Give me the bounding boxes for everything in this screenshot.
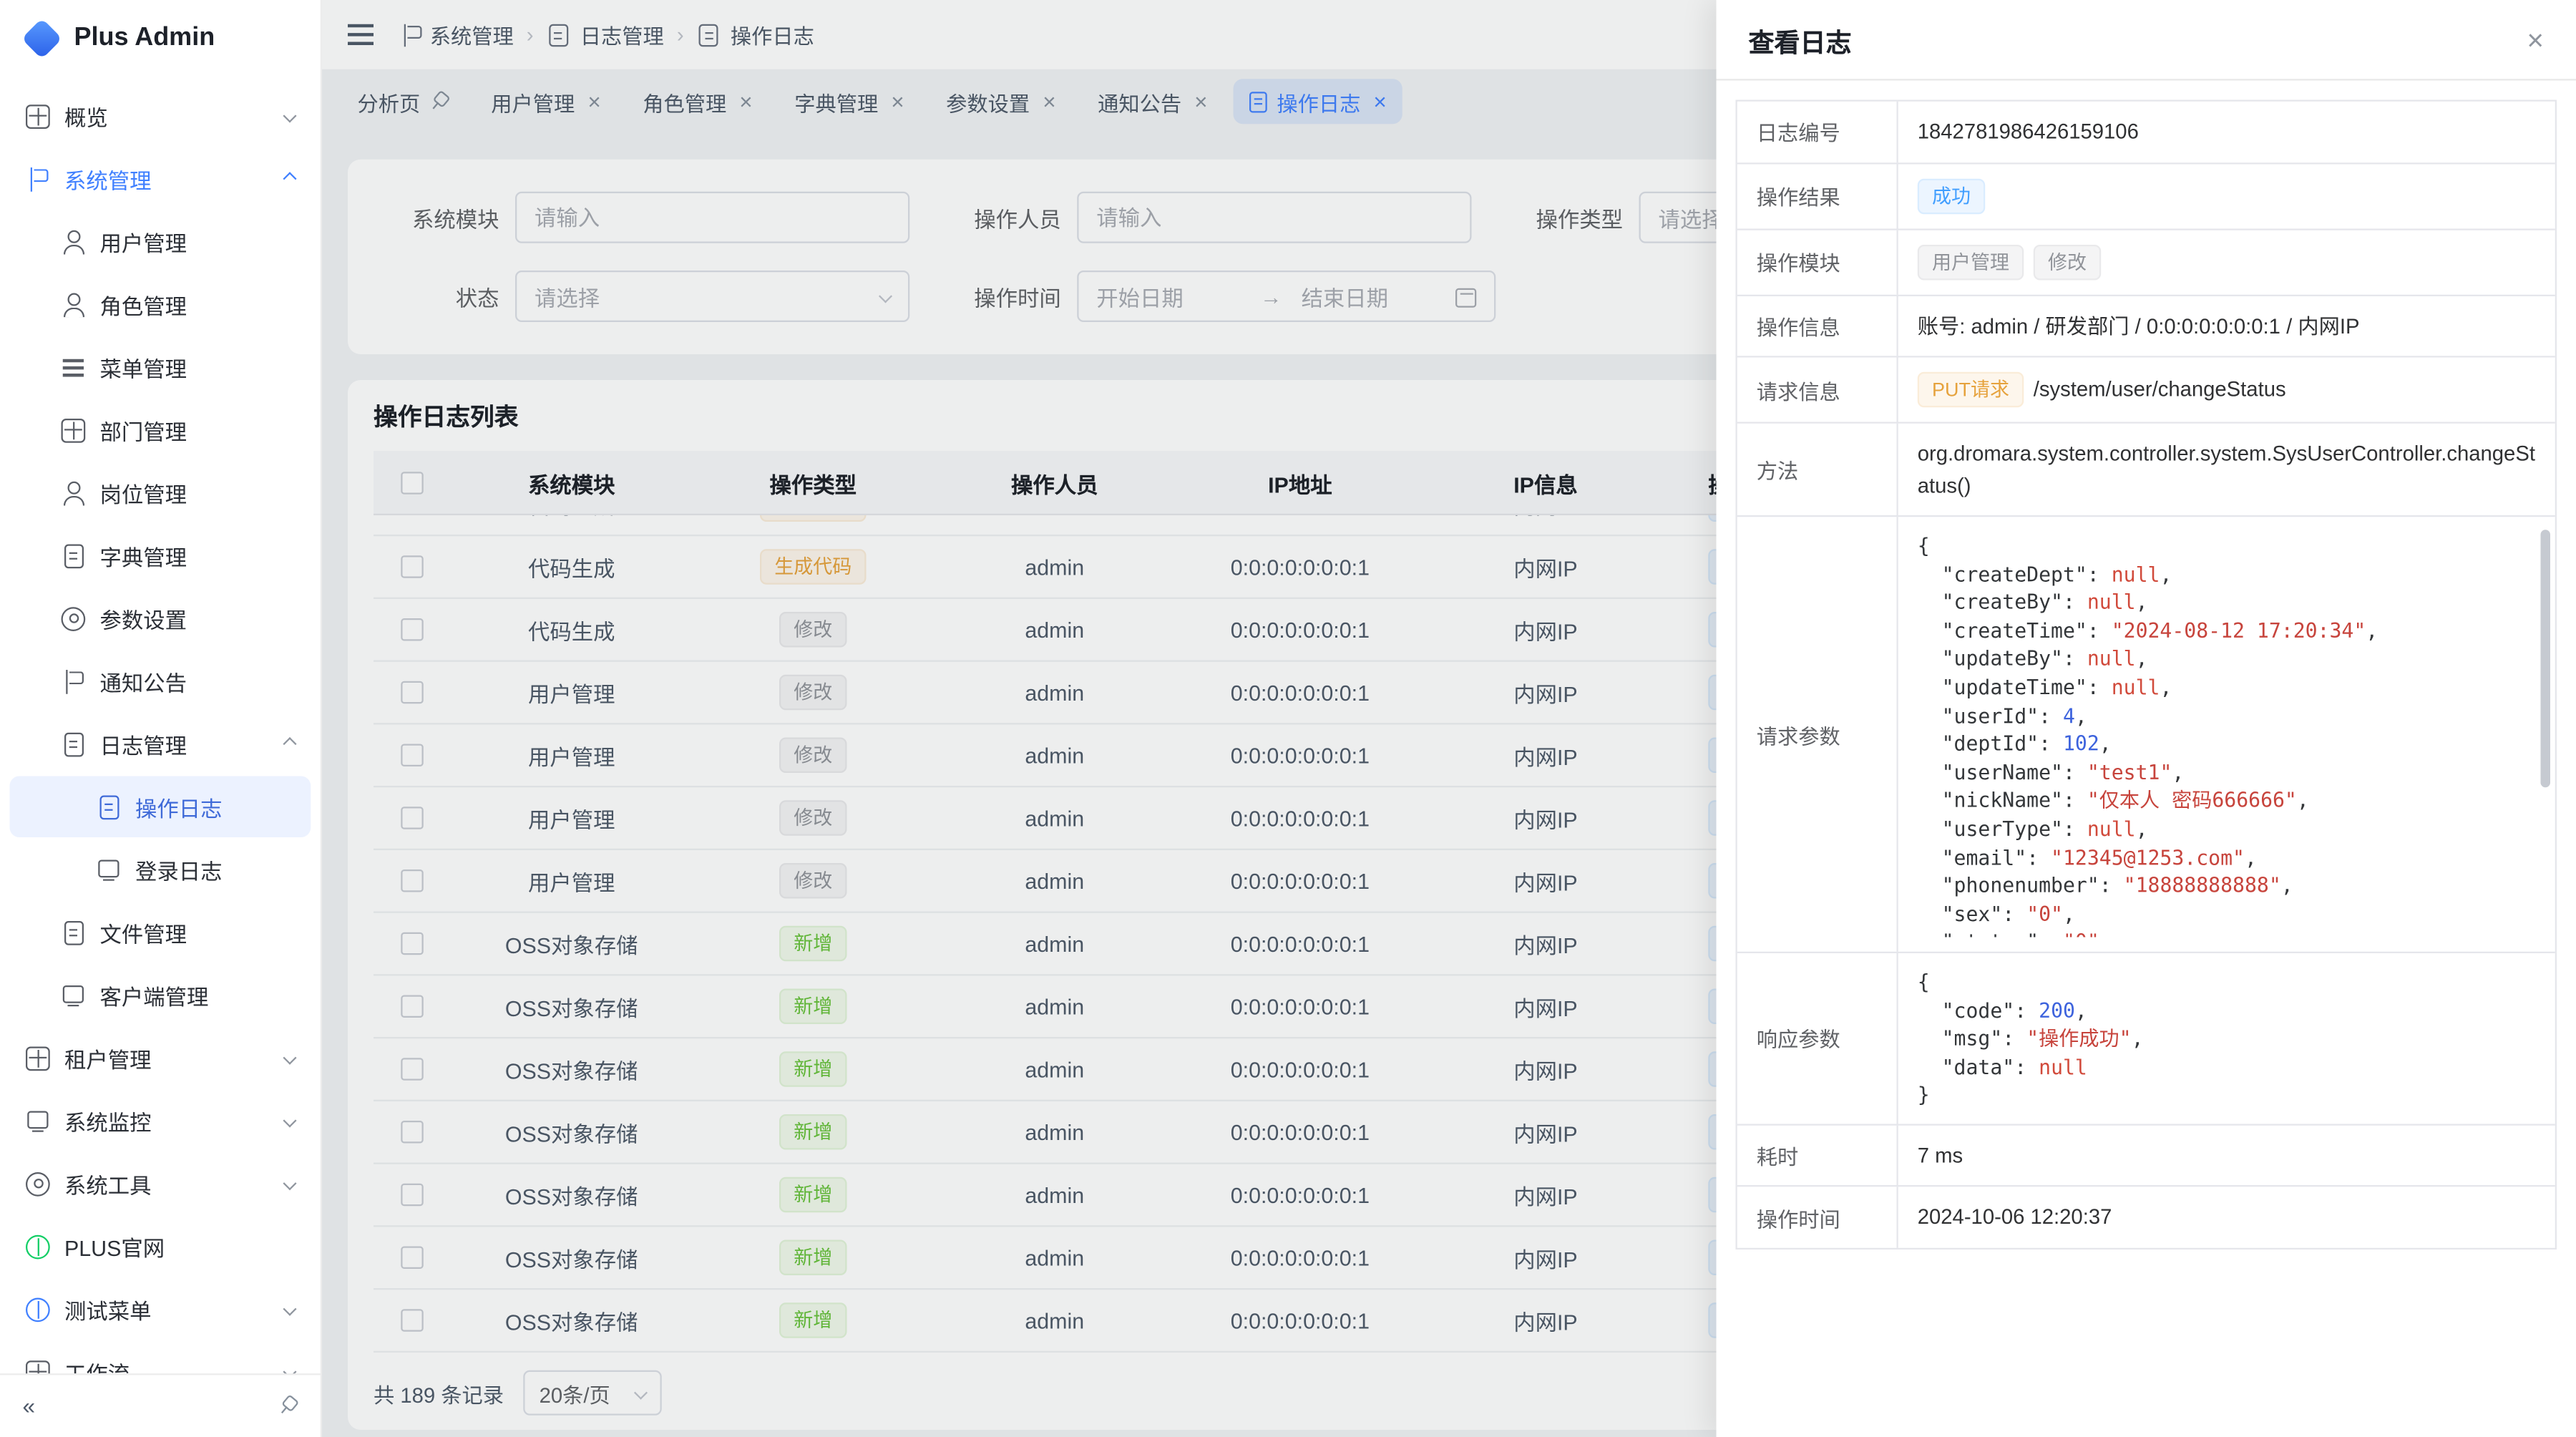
log-detail-table: 日志编号 1842781986426159106 操作结果 成功 操作模块 用户… (1736, 100, 2557, 1250)
post-icon (62, 481, 86, 505)
request-params-code[interactable]: { "createDept": null, "createBy": null, … (1898, 517, 2555, 952)
chevron-icon (283, 109, 296, 122)
parameter-icon (62, 606, 86, 630)
detail-row-info: 操作信息 账号: admin / 研发部门 / 0:0:0:0:0:0:0:1 … (1737, 296, 2555, 358)
request-url-value: /system/user/changeStatus (2034, 374, 2286, 406)
pin-sidebar-icon[interactable] (275, 1392, 302, 1419)
sidebar-item[interactable]: 参数设置 (10, 588, 311, 649)
sidebar-item[interactable]: 系统监控 (10, 1090, 311, 1151)
sidebar-item[interactable]: 登录日志 (10, 839, 311, 900)
detail-row-cost: 耗时 7 ms (1737, 1126, 2555, 1188)
sidebar-item[interactable]: 客户端管理 (10, 965, 311, 1026)
department-icon (62, 418, 86, 442)
client-icon (62, 983, 86, 1008)
sidebar-item[interactable]: 测试菜单 (10, 1279, 311, 1340)
detail-row-time: 操作时间 2024-10-06 12:20:37 (1737, 1187, 2555, 1247)
sidebar-item[interactable]: 菜单管理 (10, 336, 311, 398)
sidebar-item[interactable]: 部门管理 (10, 399, 311, 461)
sidebar-item[interactable]: 操作日志 (10, 776, 311, 838)
detail-row-method: 方法 org.dromara.system.controller.system.… (1737, 424, 2555, 517)
sidebar-item[interactable]: 岗位管理 (10, 462, 311, 524)
operation-log-icon (99, 794, 118, 819)
log-id-value: 1842781986426159106 (1918, 116, 2139, 147)
status-badge: 成功 (1918, 178, 1986, 214)
log-icon (64, 732, 83, 756)
role-icon (62, 292, 86, 316)
operation-info-value: 账号: admin / 研发部门 / 0:0:0:0:0:0:0:1 / 内网I… (1918, 310, 2360, 341)
sidebar-item[interactable]: 概览 (10, 85, 311, 147)
java-method-value: org.dromara.system.controller.system.Sys… (1918, 438, 2536, 501)
sidebar-item[interactable]: PLUS官网 (10, 1216, 311, 1277)
detail-row-request-params: 请求参数 { "createDept": null, "createBy": n… (1737, 517, 2555, 953)
detail-row-id: 日志编号 1842781986426159106 (1737, 102, 2555, 164)
sidebar-item[interactable]: 用户管理 (10, 211, 311, 273)
operation-time-value: 2024-10-06 12:20:37 (1918, 1202, 2112, 1234)
sidebar-item[interactable]: 通知公告 (10, 651, 311, 712)
sidebar-item[interactable]: 系统管理 (10, 148, 311, 210)
sidebar-item[interactable]: 租户管理 (10, 1028, 311, 1089)
chevron-icon (283, 1177, 296, 1190)
cost-value: 7 ms (1918, 1140, 1963, 1171)
drawer-header: 查看日志 × (1717, 0, 2576, 81)
scrollbar-thumb[interactable] (2541, 530, 2551, 787)
workflow-icon (26, 1360, 50, 1373)
brand-logo-icon (21, 18, 62, 59)
detail-row-request: 请求信息 PUT请求 /system/user/changeStatus (1737, 358, 2555, 424)
sidebar-footer: « (0, 1373, 321, 1437)
tool-icon (26, 1171, 50, 1196)
file-icon (64, 920, 83, 945)
brand-name: Plus Admin (74, 24, 215, 54)
sidebar-item[interactable]: 文件管理 (10, 902, 311, 963)
drawer-title: 查看日志 (1749, 20, 1852, 59)
drawer-body: 日志编号 1842781986426159106 操作结果 成功 操作模块 用户… (1717, 81, 2576, 1437)
sidebar-item[interactable]: 系统工具 (10, 1153, 311, 1214)
chevron-icon (283, 1051, 296, 1065)
sidebar-item[interactable]: 角色管理 (10, 274, 311, 336)
login-log-icon (97, 857, 121, 882)
module-badge: 用户管理 (1918, 244, 2024, 280)
website-icon (26, 1234, 50, 1259)
chevron-icon (283, 172, 296, 185)
detail-row-module: 操作模块 用户管理 修改 (1737, 230, 2555, 296)
dictionary-icon (64, 543, 83, 568)
sidebar: Plus Admin 概览 系统管理 用户管理 角色管理 菜单管理 部门管理 岗… (0, 0, 322, 1437)
sidebar-item[interactable]: 字典管理 (10, 525, 311, 587)
menu-icon (62, 355, 86, 379)
sidebar-item[interactable]: 工作流 (10, 1341, 311, 1373)
log-detail-drawer: 查看日志 × 日志编号 1842781986426159106 操作结果 成功 … (1717, 0, 2576, 1437)
notice-icon (62, 669, 86, 693)
http-method-badge: PUT请求 (1918, 372, 2024, 408)
chevron-icon (283, 1302, 296, 1316)
user-icon (62, 230, 86, 254)
sidebar-item[interactable]: 日志管理 (10, 713, 311, 775)
response-params-code: { "code": 200, "msg": "操作成功", "data": nu… (1898, 953, 2555, 1124)
chevron-icon (283, 737, 296, 751)
close-icon[interactable]: × (2527, 25, 2544, 54)
tenant-icon (26, 1046, 50, 1070)
system-icon (26, 167, 50, 191)
detail-row-response-params: 响应参数 { "code": 200, "msg": "操作成功", "data… (1737, 953, 2555, 1126)
collapse-sidebar-icon[interactable]: « (23, 1393, 36, 1418)
chevron-icon (283, 1114, 296, 1127)
monitor-icon (26, 1109, 50, 1133)
test-menu-icon (26, 1297, 50, 1321)
dashboard-icon (26, 104, 50, 128)
app-root: Plus Admin 概览 系统管理 用户管理 角色管理 菜单管理 部门管理 岗… (0, 0, 2576, 1437)
chevron-icon (283, 1365, 296, 1373)
brand: Plus Admin (0, 0, 321, 77)
operation-type-badge: 修改 (2034, 244, 2102, 280)
sidebar-nav: 概览 系统管理 用户管理 角色管理 菜单管理 部门管理 岗位管理 字典管理 参数… (0, 77, 321, 1373)
detail-row-result: 操作结果 成功 (1737, 163, 2555, 229)
